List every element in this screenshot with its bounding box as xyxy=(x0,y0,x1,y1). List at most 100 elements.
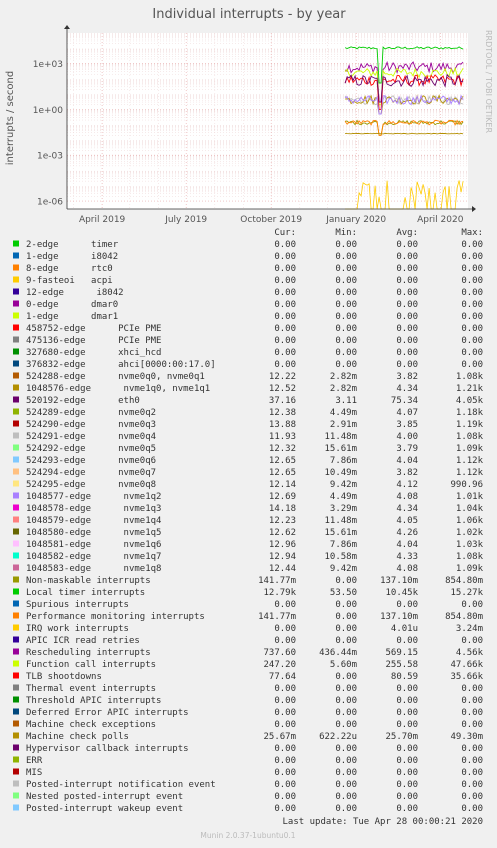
legend-swatch xyxy=(13,528,19,535)
legend-value-max: 1.21k xyxy=(456,384,484,394)
legend-value-cur: 0.00 xyxy=(274,708,296,718)
legend-value-cur: 0.00 xyxy=(274,264,296,274)
legend-value-min: 0.00 xyxy=(335,708,357,718)
legend-value-cur: 0.00 xyxy=(274,288,296,298)
legend-swatch xyxy=(13,648,19,655)
legend-swatch xyxy=(13,312,19,319)
legend-value-max: 0.00 xyxy=(461,348,483,358)
legend-value-max: 0.00 xyxy=(461,288,483,298)
legend-value-max: 15.27k xyxy=(450,588,483,598)
legend-value-avg: 0.00 xyxy=(396,324,418,334)
legend-value-max: 1.08k xyxy=(456,372,484,382)
legend-swatch xyxy=(13,540,19,547)
legend-series-name: Nested posted-interrupt event xyxy=(26,792,183,802)
legend-series-name: 1048576-edge nvme1q0, nvme1q1 xyxy=(26,384,210,394)
last-update-text: Last update: Tue Apr 28 00:00:21 2020 xyxy=(283,817,483,827)
legend-swatch xyxy=(13,636,19,643)
legend-value-max: 0.00 xyxy=(461,324,483,334)
legend-header-min: Min: xyxy=(335,228,357,238)
legend-swatch xyxy=(13,348,19,355)
legend-value-cur: 0.00 xyxy=(274,756,296,766)
legend-value-max: 3.24m xyxy=(456,624,483,634)
legend-value-min: 0.00 xyxy=(335,312,357,322)
legend-value-min: 436.44m xyxy=(319,648,357,658)
legend-value-cur: 0.00 xyxy=(274,336,296,346)
legend-value-max: 0.00 xyxy=(461,708,483,718)
legend-value-max: 1.02k xyxy=(456,528,484,538)
legend-value-max: 0.00 xyxy=(461,696,483,706)
legend-value-cur: 12.38 xyxy=(269,408,296,418)
legend-swatch xyxy=(13,396,19,403)
legend-value-max: 0.00 xyxy=(461,240,483,250)
legend-value-min: 0.00 xyxy=(335,324,357,334)
rrdtool-credit: RRDTOOL / TOBI OETIKER xyxy=(484,30,493,133)
legend-series-name: 2-edge timer xyxy=(26,240,119,250)
legend-value-max: 0.00 xyxy=(461,756,483,766)
legend-swatch xyxy=(13,276,19,283)
legend-value-max: 0.00 xyxy=(461,744,483,754)
legend-swatch xyxy=(13,576,19,583)
legend-value-max: 0.00 xyxy=(461,720,483,730)
legend-value-max: 1.18k xyxy=(456,408,484,418)
legend-swatch xyxy=(13,516,19,523)
legend-value-cur: 0.00 xyxy=(274,240,296,250)
legend-value-min: 15.61m xyxy=(324,444,357,454)
legend-value-avg: 4.04 xyxy=(396,540,418,550)
y-axis-label: interrupts / second xyxy=(5,71,16,165)
munin-graph: Individual interrupts - by year RRDTOOL … xyxy=(0,0,497,844)
legend-header-cur: Cur: xyxy=(274,228,296,238)
legend-value-cur: 12.96 xyxy=(269,540,296,550)
legend-value-min: 0.00 xyxy=(335,252,357,262)
legend-swatch xyxy=(13,732,19,739)
legend-value-cur: 12.52 xyxy=(269,384,296,394)
legend-value-max: 854.80m xyxy=(445,612,483,622)
legend-value-min: 53.50 xyxy=(330,588,357,598)
legend-value-cur: 0.00 xyxy=(274,300,296,310)
legend-series-name: 524290-edge nvme0q3 xyxy=(26,420,156,430)
legend-value-max: 0.00 xyxy=(461,252,483,262)
legend-value-avg: 0.00 xyxy=(396,360,418,370)
legend-swatch xyxy=(13,360,19,367)
plot-area xyxy=(67,33,468,209)
legend-swatch xyxy=(13,432,19,439)
legend-value-cur: 0.00 xyxy=(274,804,296,814)
y-tick-labels: 1e+03 1e+00 1e-03 1e-06 xyxy=(33,60,64,207)
legend-value-cur: 0.00 xyxy=(274,252,296,262)
legend-value-min: 3.29m xyxy=(330,504,357,514)
legend-value-cur: 12.14 xyxy=(269,480,296,490)
legend-swatch xyxy=(13,456,19,463)
legend-value-avg: 10.45k xyxy=(385,588,418,598)
legend-series-name: ERR xyxy=(26,756,43,766)
y-tick-label: 1e+03 xyxy=(33,60,63,70)
legend-value-cur: 77.64 xyxy=(269,672,296,682)
legend-series-name: Posted-interrupt wakeup event xyxy=(26,804,183,814)
legend-swatch xyxy=(13,756,19,763)
legend-value-min: 0.00 xyxy=(335,360,357,370)
legend-value-min: 0.00 xyxy=(335,276,357,286)
legend-series-name: Performance monitoring interrupts xyxy=(26,612,205,622)
legend-value-avg: 4.00 xyxy=(396,432,418,442)
legend-value-min: 9.42m xyxy=(330,564,357,574)
legend-series-name: Function call interrupts xyxy=(26,660,156,670)
legend-value-avg: 0.00 xyxy=(396,684,418,694)
legend-swatch xyxy=(13,600,19,607)
legend-value-min: 4.49m xyxy=(330,492,357,502)
legend-swatch xyxy=(13,492,19,499)
legend-value-avg: 3.82 xyxy=(396,372,418,382)
legend-value-cur: 25.67m xyxy=(263,732,296,742)
legend-swatch xyxy=(13,300,19,307)
legend-value-min: 5.60m xyxy=(330,660,357,670)
legend-value-avg: 0.00 xyxy=(396,336,418,346)
legend-value-avg: 0.00 xyxy=(396,792,418,802)
legend-value-avg: 0.00 xyxy=(396,348,418,358)
legend-value-min: 0.00 xyxy=(335,720,357,730)
legend-value-min: 2.82m xyxy=(330,372,357,382)
series-line xyxy=(345,132,464,135)
legend-value-min: 2.82m xyxy=(330,384,357,394)
legend-value-avg: 0.00 xyxy=(396,756,418,766)
legend-swatch xyxy=(13,696,19,703)
legend-series-name: 524292-edge nvme0q5 xyxy=(26,444,156,454)
legend-value-avg: 0.00 xyxy=(396,600,418,610)
legend-series-name: Machine check exceptions xyxy=(26,720,156,730)
legend-series-name: 520192-edge eth0 xyxy=(26,396,140,406)
